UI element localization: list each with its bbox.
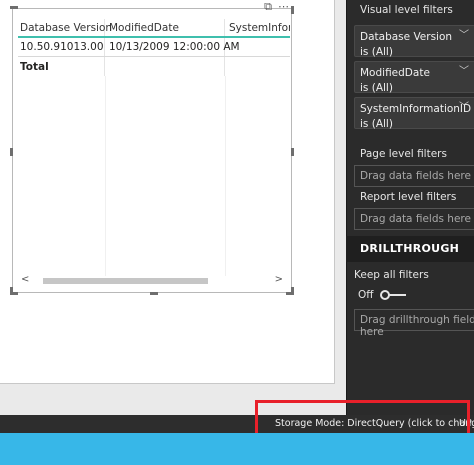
data-table: Database Version ModifiedDate SystemInfo… — [18, 19, 290, 76]
scroll-right-icon[interactable]: > — [275, 274, 283, 285]
table-total-row: Total — [18, 57, 290, 76]
filter-state: is (All) — [360, 82, 393, 94]
report-level-filters-title: Report level filters — [360, 191, 457, 203]
visual-level-filters-title: Visual level filters — [360, 4, 453, 16]
report-canvas: ⧉ ⋯ Database Version ModifiedDate System… — [0, 0, 346, 415]
scroll-left-icon[interactable]: < — [21, 274, 29, 285]
toggle-knob — [380, 290, 390, 300]
grid-line — [225, 76, 226, 276]
column-header[interactable]: ModifiedDate — [105, 19, 225, 36]
highlight-annotation-box — [255, 400, 470, 437]
toggle-state-label: Off — [358, 289, 374, 301]
filter-card-modified-date[interactable]: ModifiedDate is (All) ﹀ — [354, 61, 474, 94]
resize-handle-middle-right[interactable] — [291, 148, 294, 156]
table-cell: 10.50.91013.00 — [18, 38, 105, 56]
resize-handle-bottom-right[interactable] — [286, 292, 294, 295]
filter-state: is (All) — [360, 118, 393, 130]
drillthrough-title: DRILLTHROUGH — [360, 242, 460, 255]
table-cell — [105, 57, 225, 76]
table-row[interactable]: 10.50.91013.00 10/13/2009 12:00:00 AM — [18, 38, 290, 57]
report-page[interactable]: ⧉ ⋯ Database Version ModifiedDate System… — [0, 0, 335, 384]
page-level-filters-title: Page level filters — [360, 148, 447, 160]
resize-handle-middle-left[interactable] — [10, 148, 13, 156]
table-header-row: Database Version ModifiedDate SystemInfo… — [18, 19, 290, 38]
taskbar — [0, 433, 474, 465]
keep-all-filters-toggle[interactable] — [380, 290, 406, 300]
resize-handle-top-right[interactable] — [291, 6, 294, 14]
more-options-icon[interactable]: ⋯ — [278, 1, 289, 13]
filter-state: is (All) — [360, 46, 393, 58]
resize-handle-bottom-left[interactable] — [10, 292, 18, 295]
chevron-down-icon[interactable]: ﹀ — [459, 28, 469, 43]
resize-handle-top-left[interactable] — [10, 6, 18, 9]
focus-mode-icon[interactable]: ⧉ — [264, 1, 272, 13]
drillthrough-dropzone[interactable]: Drag drillthrough fields here — [354, 309, 474, 338]
visual-header: ⧉ ⋯ — [264, 1, 289, 13]
table-cell: 10/13/2009 12:00:00 AM — [105, 38, 240, 56]
table-grid-lines — [18, 76, 290, 276]
report-filters-dropzone[interactable]: Drag data fields here — [354, 208, 474, 230]
grid-line — [105, 76, 106, 276]
table-cell — [225, 38, 290, 56]
filter-field-name: ModifiedDate — [360, 67, 430, 79]
filter-field-name: Database Version — [360, 31, 453, 43]
horizontal-scrollbar[interactable]: < > — [21, 274, 283, 286]
filter-card-database-version[interactable]: Database Version is (All) ﹀ — [354, 25, 474, 58]
chevron-down-icon[interactable]: ﹀ — [459, 100, 469, 115]
keep-all-filters-label: Keep all filters — [354, 269, 429, 281]
scrollbar-thumb[interactable] — [43, 278, 208, 284]
resize-handle-middle-bottom[interactable] — [150, 292, 158, 295]
filters-pane: Visual level filters Database Version is… — [346, 0, 474, 415]
table-cell — [225, 57, 290, 76]
filter-field-name: SystemInformationID — [360, 103, 472, 115]
column-header[interactable]: SystemInform — [225, 19, 290, 36]
table-visual[interactable]: ⧉ ⋯ Database Version ModifiedDate System… — [10, 1, 294, 295]
total-label: Total — [18, 57, 105, 76]
filter-card-system-information-id[interactable]: SystemInformationID is (All) ﹀ — [354, 97, 474, 130]
chevron-down-icon[interactable]: ﹀ — [459, 64, 469, 79]
page-filters-dropzone[interactable]: Drag data fields here — [354, 165, 474, 187]
column-header[interactable]: Database Version — [18, 19, 112, 36]
pane-divider — [346, 0, 347, 415]
